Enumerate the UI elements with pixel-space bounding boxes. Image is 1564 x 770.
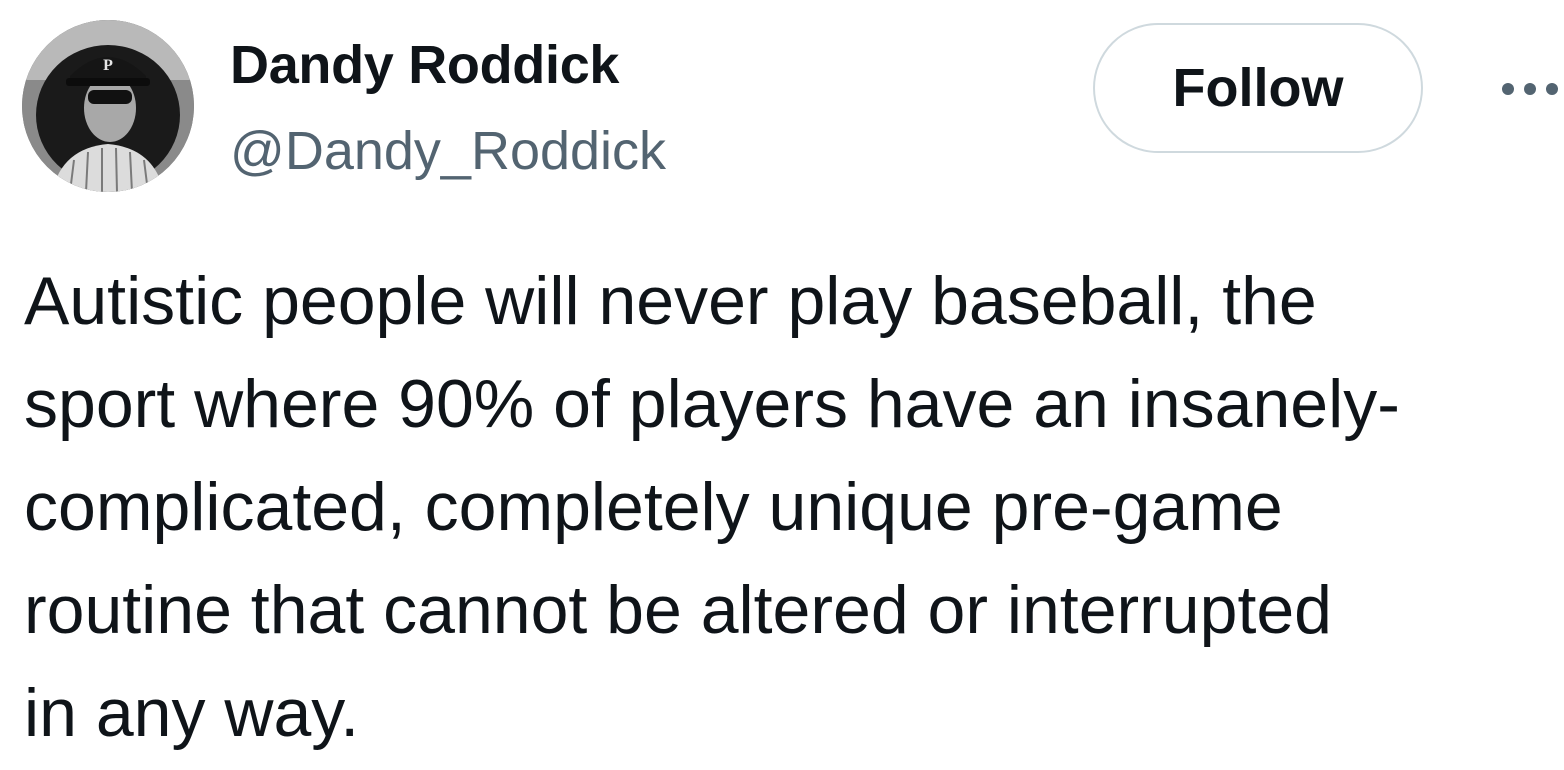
author-avatar[interactable]: P	[22, 20, 194, 192]
tweet-card: P Dandy Roddick @Dandy_Roddick Follow Au…	[0, 0, 1564, 770]
follow-button[interactable]: Follow	[1093, 23, 1423, 153]
tweet-text-line: Autistic people will never play baseball…	[24, 263, 1317, 339]
tweet-body: Autistic people will never play baseball…	[24, 250, 1554, 765]
svg-text:P: P	[103, 57, 113, 74]
tweet-text-line: in any way.	[24, 675, 360, 751]
more-options-button[interactable]	[1496, 62, 1564, 116]
avatar-photo-icon: P	[22, 20, 194, 192]
more-options-icon	[1502, 83, 1558, 95]
tweet-text-line: complicated, completely unique pre-game	[24, 469, 1283, 545]
author-display-name[interactable]: Dandy Roddick	[230, 30, 619, 100]
tweet-text-line: sport where 90% of players have an insan…	[24, 366, 1400, 442]
author-handle[interactable]: @Dandy_Roddick	[230, 116, 666, 186]
tweet-text-line: routine that cannot be altered or interr…	[24, 572, 1332, 648]
